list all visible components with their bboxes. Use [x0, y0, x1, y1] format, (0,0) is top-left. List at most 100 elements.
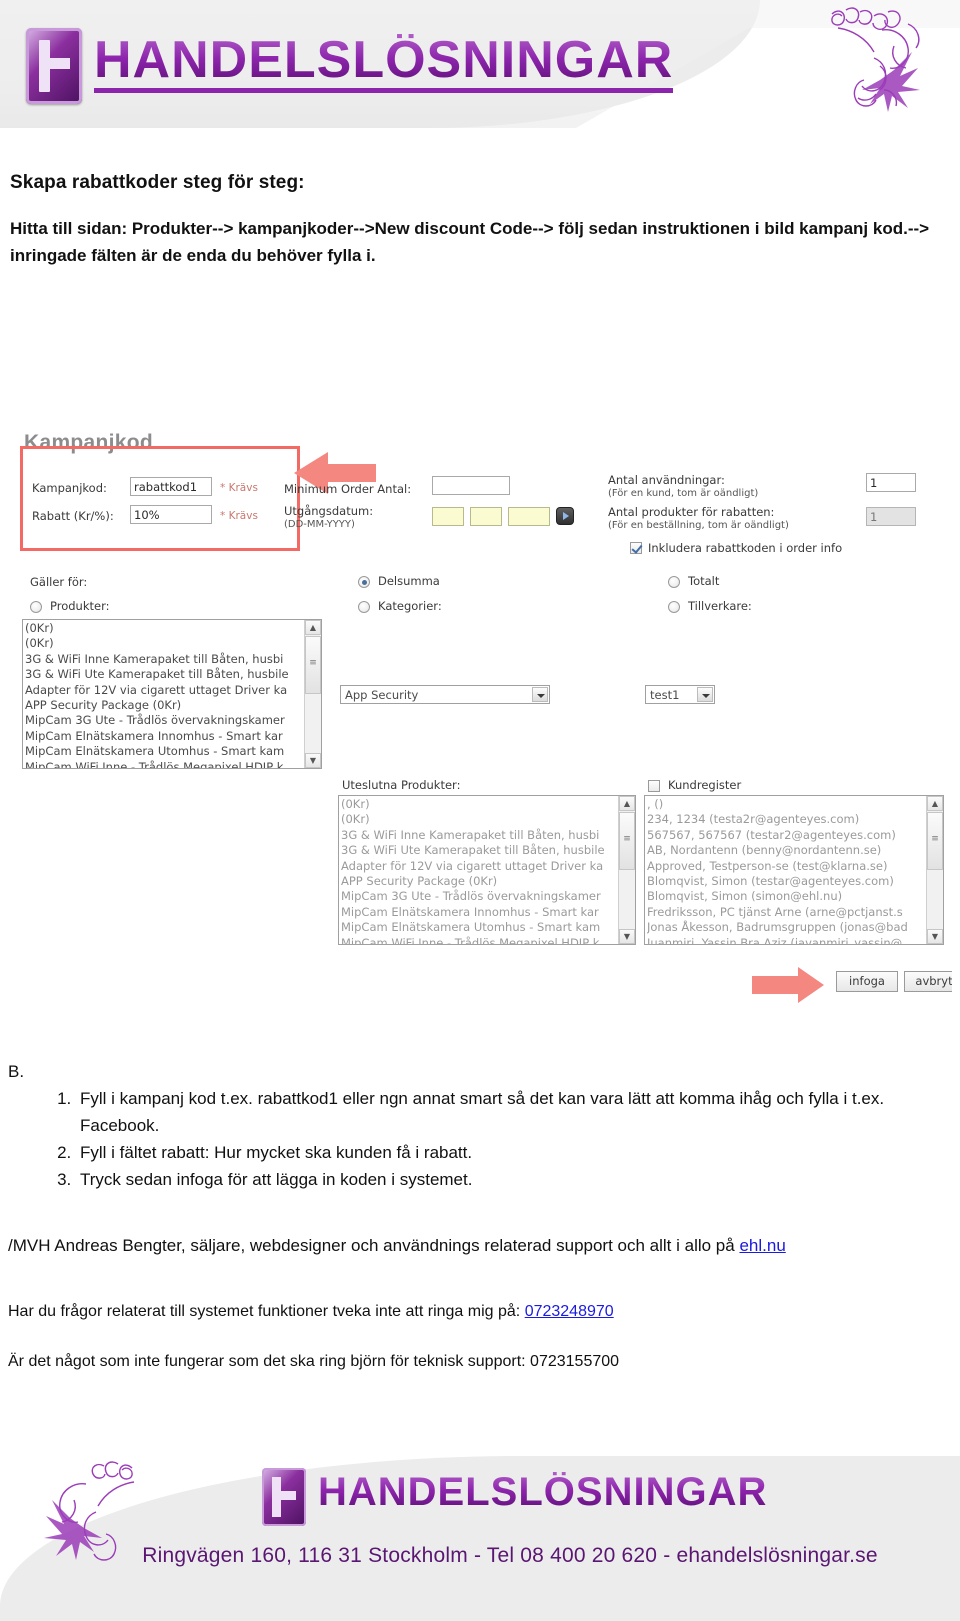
highlight-rectangle [20, 446, 300, 551]
right-arrow-annotation-icon [750, 965, 826, 1008]
list-item[interactable]: Blomqvist, Simon (simon@ehl.nu) [647, 889, 926, 904]
calendar-picker-button[interactable] [556, 507, 574, 525]
list-item[interactable]: (0Kr) [341, 797, 618, 812]
list-item[interactable]: Fredriksson, PC tjänst Arne (arne@pctjan… [647, 905, 926, 920]
customer-list-items: , () 234, 1234 (testa2r@agenteyes.com) 567… [647, 797, 926, 944]
cancel-button[interactable]: avbryt [904, 971, 952, 992]
discount-required-marker: * Krävs [220, 510, 258, 522]
expiry-format-hint: (DD-MM-YYYY) [284, 519, 355, 530]
expiry-day-input[interactable] [432, 507, 464, 526]
list-item[interactable]: MipCam Elnätskamera Utomhus - Smart kam [341, 920, 618, 935]
products-for-discount-input[interactable] [866, 507, 916, 526]
list-item[interactable]: Adapter för 12V via cigarett uttaget Dri… [25, 683, 304, 698]
scroll-down-icon[interactable]: ▼ [305, 753, 321, 768]
applies-group-label: Gäller för: [30, 575, 88, 589]
step-item-2: Fyll i fältet rabatt: Hur mycket ska kun… [76, 1139, 960, 1166]
customer-register-checkbox[interactable] [648, 780, 660, 792]
radio-produkter[interactable] [30, 601, 42, 613]
contact-line-2: Är det något som inte fungerar som det s… [8, 1353, 938, 1371]
ehl-nu-link[interactable]: ehl.nu [739, 1236, 785, 1255]
include-code-checkbox[interactable] [630, 542, 642, 554]
scroll-down-icon-3[interactable]: ▼ [927, 929, 943, 944]
list-item[interactable]: Juanmiri, Yassin Bra Aziz (javanmiri_yas… [647, 936, 926, 944]
footer-address: Ringvägen 160, 116 31 Stockholm - Tel 08… [142, 1544, 878, 1567]
list-item[interactable]: Approved, Testperson-se (test@klarna.se) [647, 859, 926, 874]
contact-line-2-text: Är det något som inte fungerar som det s… [8, 1353, 531, 1370]
list-item[interactable]: (0Kr) [25, 621, 304, 636]
excluded-list-scrollbar[interactable]: ▲ ▼ [618, 796, 635, 944]
radio-produkter-label: Produkter: [50, 599, 110, 613]
page-title: Skapa rabattkoder steg för steg: [10, 172, 305, 193]
list-item[interactable]: 3G & WiFi Ute Kamerapaket till Båten, hu… [341, 843, 618, 858]
list-item[interactable]: MipCam 3G Ute - Trådlös övervakningskame… [25, 713, 304, 728]
radio-totalt[interactable] [668, 576, 680, 588]
scrollbar-thumb-2[interactable] [619, 812, 635, 870]
manufacturer-select[interactable]: test1 [645, 685, 715, 704]
radio-delsumma[interactable] [358, 576, 370, 588]
signoff-text: /MVH Andreas Bengter, säljare, webdesign… [8, 1236, 740, 1255]
section-b-label: B. [8, 1062, 25, 1081]
footer-brand-logo-icon [262, 1468, 306, 1526]
submit-button[interactable]: infoga [836, 971, 898, 992]
scroll-up-icon[interactable]: ▲ [305, 620, 321, 635]
product-list-scrollbar[interactable]: ▲ ▼ [304, 620, 321, 768]
scrollbar-thumb-3[interactable] [927, 812, 943, 870]
scrollbar-thumb[interactable] [305, 636, 321, 694]
scroll-up-icon-2[interactable]: ▲ [619, 796, 635, 811]
footer-brand-wordmark: HANDELSLÖSNINGAR [318, 1470, 768, 1514]
chevron-down-icon[interactable] [532, 687, 548, 702]
min-order-label: Minimum Order Antal: [284, 482, 412, 496]
list-item[interactable]: Blomqvist, Simon (testar@agenteyes.com) [647, 874, 926, 889]
usages-input[interactable] [866, 473, 916, 492]
list-item[interactable]: Jonas Åkesson, Badrumsgruppen (jonas@bad [647, 920, 926, 935]
radio-tillverkare[interactable] [668, 601, 680, 613]
list-item[interactable]: (0Kr) [341, 812, 618, 827]
list-item[interactable]: 3G & WiFi Ute Kamerapaket till Båten, hu… [25, 667, 304, 682]
scroll-down-icon-2[interactable]: ▼ [619, 929, 635, 944]
intro-paragraph: Hitta till sidan: Produkter--> kampanjko… [10, 219, 930, 265]
customer-register-listbox[interactable]: , () 234, 1234 (testa2r@agenteyes.com) 567… [644, 795, 944, 945]
list-item[interactable]: 567567, 567567 (testar2@agenteyes.com) [647, 828, 926, 843]
expiry-month-input[interactable] [470, 507, 502, 526]
list-item[interactable]: MipCam Elnätskamera Utomhus - Smart kam [25, 744, 304, 759]
radio-kategorier[interactable] [358, 601, 370, 613]
excluded-list-items: (0Kr) (0Kr) 3G & WiFi Inne Kamerapaket til… [341, 797, 618, 944]
excluded-products-listbox[interactable]: (0Kr) (0Kr) 3G & WiFi Inne Kamerapaket til… [338, 795, 636, 945]
scroll-up-icon-3[interactable]: ▲ [927, 796, 943, 811]
discount-input[interactable] [130, 505, 212, 524]
category-select[interactable]: App Security [340, 685, 550, 704]
list-item[interactable]: APP Security Package (0Kr) [25, 698, 304, 713]
expiry-year-input[interactable] [508, 507, 550, 526]
steps-list: Fyll i kampanj kod t.ex. rabattkod1 elle… [46, 1085, 960, 1193]
list-item[interactable]: , () [647, 797, 926, 812]
list-item[interactable]: APP Security Package (0Kr) [341, 874, 618, 889]
page-footer: HANDELSLÖSNINGAR Ringvägen 160, 116 31 S… [0, 1440, 960, 1621]
excluded-products-label: Uteslutna Produkter: [342, 778, 461, 792]
min-order-input[interactable] [432, 476, 510, 495]
list-item[interactable]: (0Kr) [25, 636, 304, 651]
floral-butterfly-ornament-icon [822, 6, 942, 118]
products-for-discount-hint: (För en beställning, tom är oändligt) [608, 520, 789, 531]
list-item[interactable]: MipCam Elnätskamera Innomhus - Smart kar [341, 905, 618, 920]
radio-tillverkare-label: Tillverkare: [688, 599, 752, 613]
list-item[interactable]: 234, 1234 (testa2r@agenteyes.com) [647, 812, 926, 827]
code-required-marker: * Krävs [220, 482, 258, 494]
list-item[interactable]: MipCam 3G Ute - Trådlös övervakningskame… [341, 889, 618, 904]
list-item[interactable]: MipCam WiFi Inne - Trådlös Megapixel HDI… [341, 936, 618, 944]
code-input[interactable] [130, 477, 212, 496]
customer-list-scrollbar[interactable]: ▲ ▼ [926, 796, 943, 944]
manufacturer-select-value: test1 [650, 688, 680, 702]
list-item[interactable]: 3G & WiFi Inne Kamerapaket till Båten, h… [25, 652, 304, 667]
brand-wordmark: HANDELSLÖSNINGAR [94, 34, 674, 93]
phone-link-andreas[interactable]: 0723248970 [525, 1303, 614, 1320]
list-item[interactable]: MipCam WiFi Inne - Trådlös Megapixel HDI… [25, 760, 304, 768]
list-item[interactable]: AB, Nordantenn (benny@nordantenn.se) [647, 843, 926, 858]
list-item[interactable]: MipCam Elnätskamera Innomhus - Smart kar [25, 729, 304, 744]
product-listbox[interactable]: (0Kr) (0Kr) 3G & WiFi Inne Kamerapaket til… [22, 619, 322, 769]
step-item-3: Tryck sedan infoga för att lägga in kode… [76, 1166, 960, 1193]
expiry-label: Utgångsdatum: [284, 504, 374, 518]
list-item[interactable]: Adapter för 12V via cigarett uttaget Dri… [341, 859, 618, 874]
chevron-down-icon-2[interactable] [697, 687, 713, 702]
list-item[interactable]: 3G & WiFi Inne Kamerapaket till Båten, h… [341, 828, 618, 843]
code-label: Kampanjkod: [32, 481, 107, 495]
